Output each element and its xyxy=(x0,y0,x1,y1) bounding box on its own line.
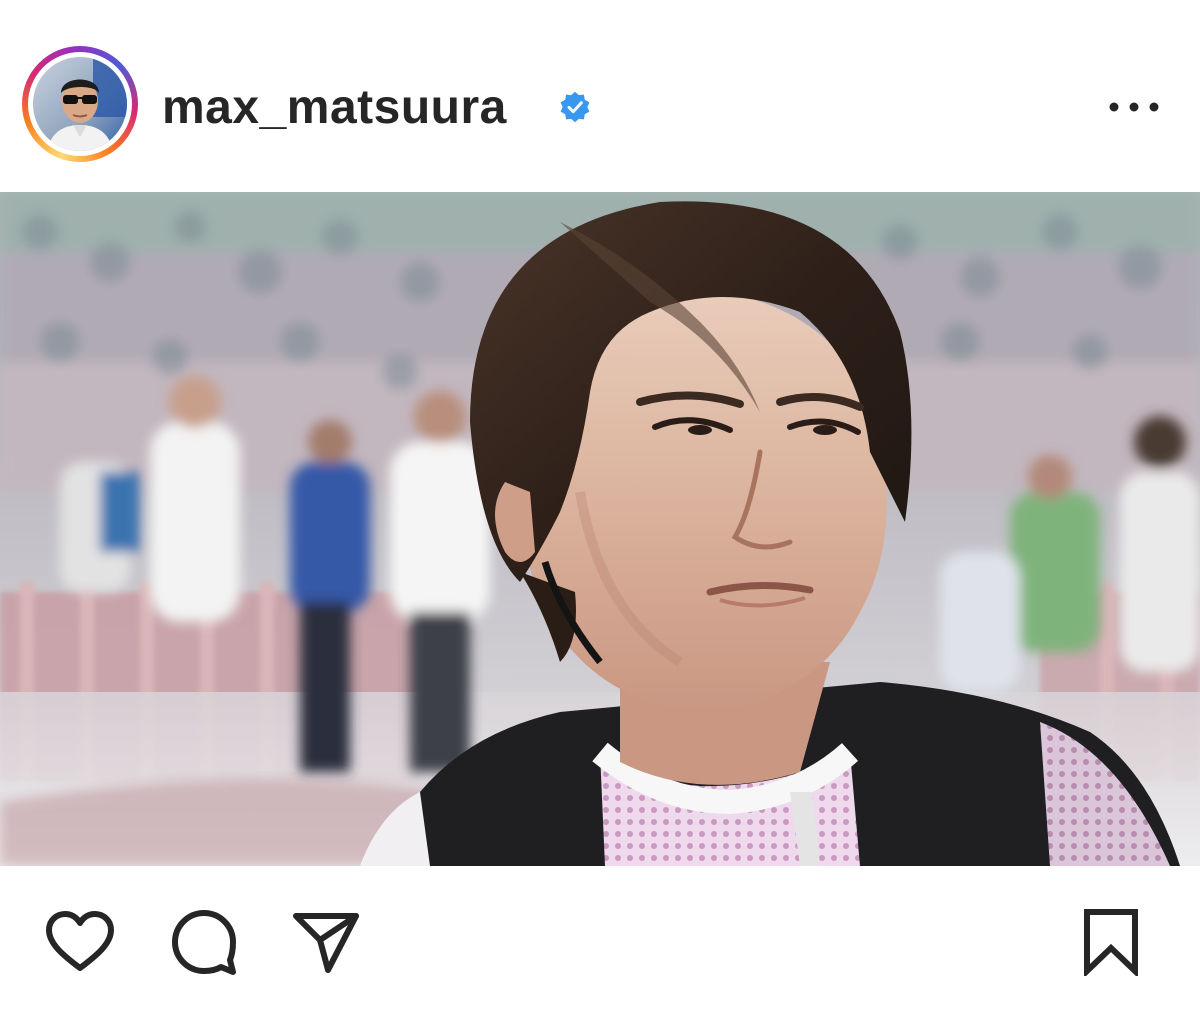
post-header: max_matsuura xyxy=(0,0,1200,192)
avatar[interactable] xyxy=(33,57,127,151)
share-icon[interactable] xyxy=(292,910,360,974)
comment-icon[interactable] xyxy=(170,908,238,976)
post-actions-bar xyxy=(0,866,1200,1019)
post-photo[interactable] xyxy=(0,192,1200,866)
avatar-border xyxy=(28,52,132,156)
heart-icon[interactable] xyxy=(44,910,116,974)
post-image xyxy=(0,192,1200,866)
username[interactable]: max_matsuura xyxy=(162,78,507,138)
story-ring[interactable] xyxy=(22,46,138,162)
avatar-image xyxy=(33,57,127,151)
verified-badge-icon xyxy=(560,91,590,123)
bookmark-icon[interactable] xyxy=(1082,908,1140,976)
more-options-icon[interactable] xyxy=(1106,92,1162,122)
